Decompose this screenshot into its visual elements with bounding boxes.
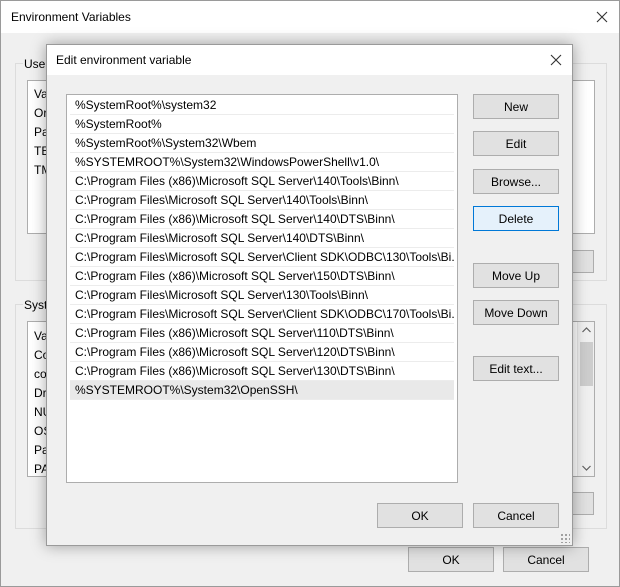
path-list-item[interactable]: %SystemRoot%\System32\Wbem: [70, 134, 454, 153]
browse-button[interactable]: Browse...: [473, 169, 559, 194]
outer-cancel-button[interactable]: Cancel: [503, 547, 589, 572]
path-list-item[interactable]: C:\Program Files\Microsoft SQL Server\Cl…: [70, 305, 454, 324]
outer-close-icon[interactable]: [586, 1, 618, 33]
path-list-item[interactable]: C:\Program Files (x86)\Microsoft SQL Ser…: [70, 172, 454, 191]
edit-button[interactable]: Edit: [473, 131, 559, 156]
path-list-item[interactable]: %SystemRoot%\system32: [70, 96, 454, 115]
path-list-item[interactable]: C:\Program Files (x86)\Microsoft SQL Ser…: [70, 267, 454, 286]
chevron-up-icon[interactable]: [578, 322, 594, 338]
close-icon[interactable]: [541, 45, 571, 75]
dialog-title: Edit environment variable: [56, 53, 192, 67]
resize-grip-icon[interactable]: [560, 533, 570, 543]
scrollbar-thumb[interactable]: [580, 342, 593, 386]
dialog-title-bar[interactable]: Edit environment variable: [47, 45, 572, 75]
system-list-scrollbar[interactable]: [577, 322, 594, 476]
outer-ok-button[interactable]: OK: [408, 547, 494, 572]
system-variable-row[interactable]: Dr: [34, 386, 47, 400]
move-up-button[interactable]: Move Up: [473, 263, 559, 288]
outer-title-bar[interactable]: Environment Variables: [1, 1, 619, 33]
delete-button[interactable]: Delete: [473, 206, 559, 231]
path-list-item[interactable]: C:\Program Files\Microsoft SQL Server\Cl…: [70, 248, 454, 267]
outer-window-title: Environment Variables: [11, 10, 131, 24]
ok-button[interactable]: OK: [377, 503, 463, 528]
path-list-item[interactable]: C:\Program Files\Microsoft SQL Server\14…: [70, 191, 454, 210]
path-list-item[interactable]: %SystemRoot%: [70, 115, 454, 134]
path-list-item[interactable]: C:\Program Files (x86)\Microsoft SQL Ser…: [70, 210, 454, 229]
path-list-item[interactable]: %SYSTEMROOT%\System32\OpenSSH\: [70, 381, 454, 400]
chevron-down-icon[interactable]: [578, 460, 594, 476]
path-list[interactable]: %SystemRoot%\system32 %SystemRoot% %System…: [66, 94, 458, 483]
move-down-button[interactable]: Move Down: [473, 300, 559, 325]
new-button[interactable]: New: [473, 94, 559, 119]
path-list-item[interactable]: %SYSTEMROOT%\System32\WindowsPowerShell\…: [70, 153, 454, 172]
path-list-item[interactable]: C:\Program Files\Microsoft SQL Server\14…: [70, 229, 454, 248]
edit-environment-variable-dialog: Edit environment variable %SystemRoot%\s…: [46, 44, 573, 546]
edit-text-button[interactable]: Edit text...: [473, 356, 559, 381]
system-variable-row[interactable]: co: [34, 367, 47, 381]
cancel-button[interactable]: Cancel: [473, 503, 559, 528]
path-list-item[interactable]: C:\Program Files (x86)\Microsoft SQL Ser…: [70, 362, 454, 381]
path-list-item[interactable]: C:\Program Files (x86)\Microsoft SQL Ser…: [70, 343, 454, 362]
path-list-item[interactable]: C:\Program Files (x86)\Microsoft SQL Ser…: [70, 324, 454, 343]
path-list-item[interactable]: C:\Program Files\Microsoft SQL Server\13…: [70, 286, 454, 305]
